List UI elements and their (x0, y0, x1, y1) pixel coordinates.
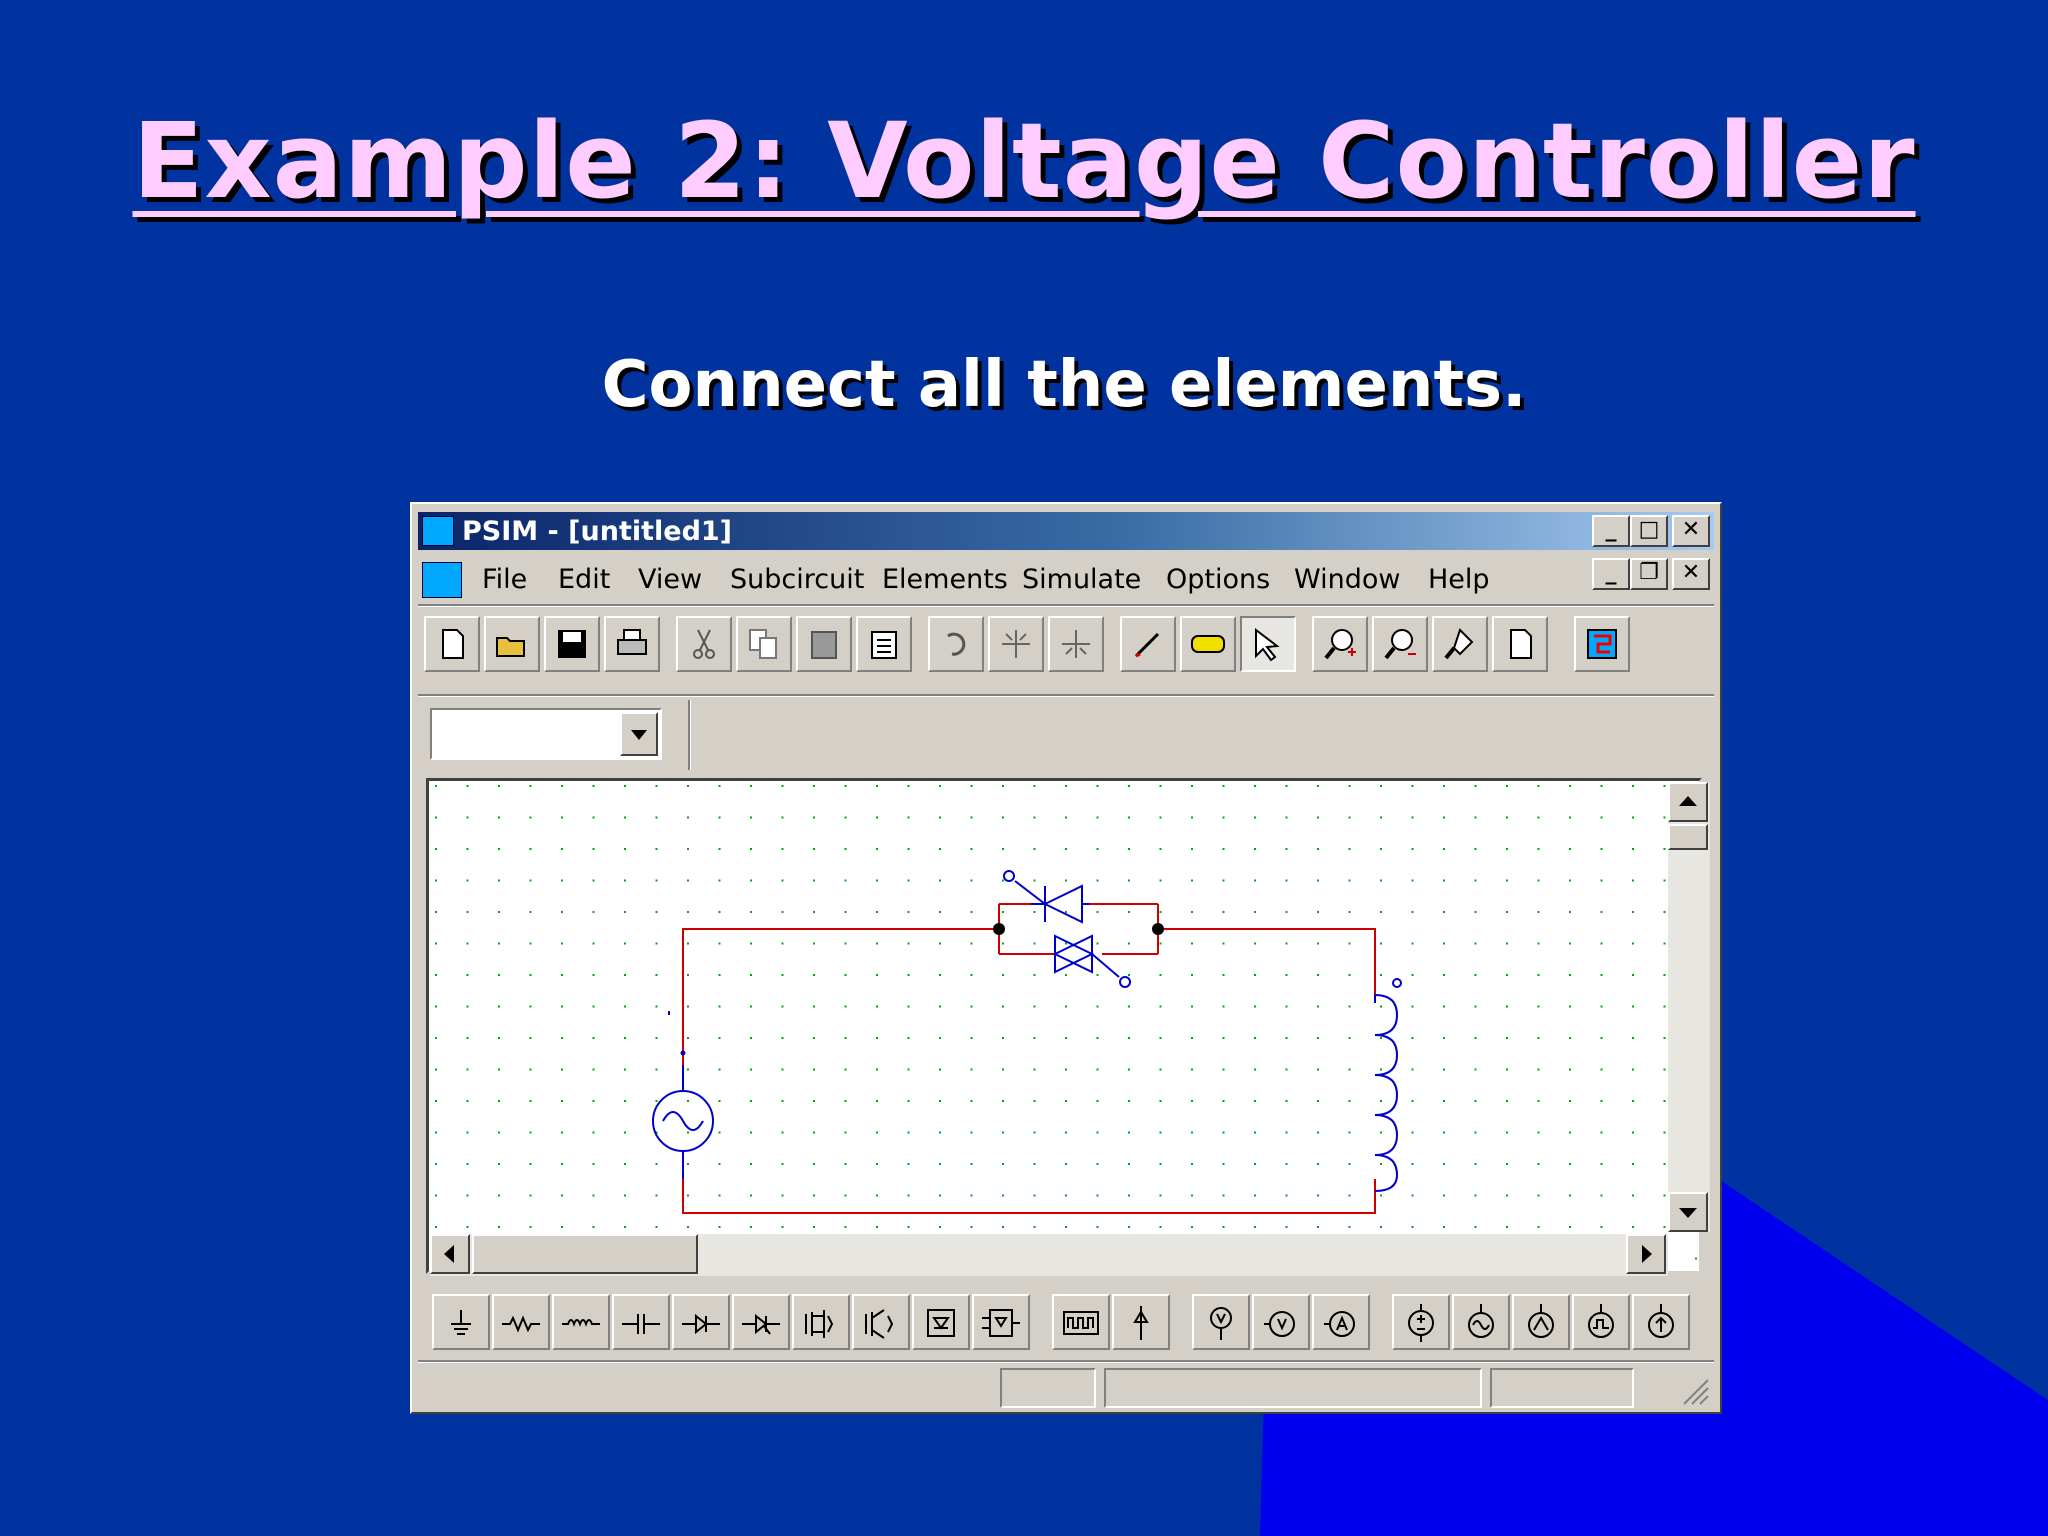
resize-grip-icon[interactable] (1680, 1376, 1710, 1406)
menu-options[interactable]: Options (1166, 564, 1270, 595)
gto-icon[interactable] (912, 1294, 970, 1350)
slide-subtitle: Connect all the elements. (601, 348, 1527, 422)
status-panel-1 (1000, 1368, 1096, 1408)
ground-icon[interactable] (432, 1294, 490, 1350)
main-toolbar (424, 616, 1714, 676)
scroll-right-button[interactable] (1626, 1234, 1666, 1274)
toolbar-separator (418, 604, 1714, 607)
grid-dots (429, 781, 1699, 1271)
schematic-canvas[interactable] (426, 778, 1702, 1274)
status-separator (418, 1360, 1714, 1363)
ac-source-icon[interactable] (1452, 1294, 1510, 1350)
copy-icon[interactable] (736, 616, 792, 672)
window-titlebar[interactable]: PSIM - [untitled1] _ □ ✕ (418, 512, 1714, 550)
menu-subcircuit[interactable]: Subcircuit (730, 564, 864, 595)
simview-icon[interactable] (1574, 616, 1630, 672)
inductor-icon[interactable] (552, 1294, 610, 1350)
menu-help[interactable]: Help (1428, 564, 1490, 595)
schematic-drawing (429, 781, 1699, 1271)
ammeter-icon[interactable] (1312, 1294, 1370, 1350)
status-panel-2 (1104, 1368, 1482, 1408)
scroll-left-button[interactable] (430, 1234, 470, 1274)
slide-title: Example 2: Voltage Controller (132, 100, 1916, 222)
zoom-in-icon[interactable] (1312, 616, 1368, 672)
new-file-icon[interactable] (424, 616, 480, 672)
vertical-scroll-thumb[interactable] (1668, 824, 1708, 850)
combo-dropdown-button[interactable] (620, 712, 658, 756)
page-icon[interactable] (1492, 616, 1548, 672)
status-panel-3 (1490, 1368, 1634, 1408)
junction-node-left (993, 923, 1005, 935)
horizontal-scrollbar[interactable] (430, 1234, 1668, 1276)
arrow-left-icon (444, 1245, 454, 1263)
paste-icon[interactable] (796, 616, 852, 672)
mosfet-icon[interactable] (792, 1294, 850, 1350)
doc-close-button[interactable]: ✕ (1672, 558, 1710, 590)
combo-separator (418, 694, 1714, 697)
menu-elements[interactable]: Elements (882, 564, 1008, 595)
gating-block-icon[interactable] (1052, 1294, 1110, 1350)
chevron-down-icon (631, 730, 647, 740)
arrow-down-icon (1679, 1208, 1697, 1218)
igbt-icon[interactable] (852, 1294, 910, 1350)
flip-lr-icon[interactable] (988, 616, 1044, 672)
zoom-out-icon[interactable] (1372, 616, 1428, 672)
dc-source-icon[interactable] (1392, 1294, 1450, 1350)
square-source-icon[interactable] (1572, 1294, 1630, 1350)
arrow-up-icon (1679, 796, 1697, 806)
vertical-scrollbar[interactable] (1668, 782, 1710, 1232)
close-button[interactable]: ✕ (1672, 515, 1710, 547)
window-title: PSIM - [untitled1] (462, 516, 733, 547)
psim-app-icon (422, 516, 454, 546)
maximize-button[interactable]: □ (1630, 515, 1668, 547)
dc-voltmeter-icon[interactable] (1252, 1294, 1310, 1350)
diode-icon[interactable] (672, 1294, 730, 1350)
psim-window: PSIM - [untitled1] _ □ ✕ File Edit View … (410, 502, 1722, 1414)
scroll-down-button[interactable] (1668, 1192, 1708, 1232)
doc-minimize-button[interactable]: _ (1592, 558, 1630, 590)
flip-tb-icon[interactable] (1048, 616, 1104, 672)
print-icon[interactable] (604, 616, 660, 672)
open-folder-icon[interactable] (484, 616, 540, 672)
wire-pencil-icon[interactable] (1120, 616, 1176, 672)
rotate-icon[interactable] (928, 616, 984, 672)
element-combo[interactable] (430, 708, 662, 760)
voltage-probe-icon[interactable] (1112, 1294, 1170, 1350)
thyristor-icon[interactable] (732, 1294, 790, 1350)
zoom-fit-icon[interactable] (1432, 616, 1488, 672)
menu-edit[interactable]: Edit (558, 564, 610, 595)
menu-view[interactable]: View (638, 564, 702, 595)
cut-icon[interactable] (676, 616, 732, 672)
horizontal-scroll-thumb[interactable] (472, 1234, 698, 1274)
document-icon[interactable] (422, 562, 462, 598)
clipboard-icon[interactable] (856, 616, 912, 672)
sine-source-icon[interactable] (1512, 1294, 1570, 1350)
pointer-arrow-icon[interactable] (1240, 616, 1296, 672)
label-icon[interactable] (1180, 616, 1236, 672)
junction-node-right (1152, 923, 1164, 935)
capacitor-icon[interactable] (612, 1294, 670, 1350)
doc-restore-button[interactable]: ❐ (1630, 558, 1668, 590)
menu-bar: File Edit View Subcircuit Elements Simul… (418, 556, 1714, 598)
scroll-up-button[interactable] (1668, 782, 1708, 822)
menu-window[interactable]: Window (1294, 564, 1400, 595)
voltmeter-icon[interactable] (1192, 1294, 1250, 1350)
menu-simulate[interactable]: Simulate (1022, 564, 1141, 595)
combo-divider (688, 700, 691, 770)
current-source-icon[interactable] (1632, 1294, 1690, 1350)
minimize-button[interactable]: _ (1592, 515, 1630, 547)
save-disk-icon[interactable] (544, 616, 600, 672)
resistor-icon[interactable] (492, 1294, 550, 1350)
switch-icon[interactable] (972, 1294, 1030, 1350)
elements-toolbar (432, 1294, 1712, 1354)
menu-file[interactable]: File (482, 564, 527, 595)
arrow-right-icon (1642, 1245, 1652, 1263)
status-bar (418, 1364, 1714, 1410)
